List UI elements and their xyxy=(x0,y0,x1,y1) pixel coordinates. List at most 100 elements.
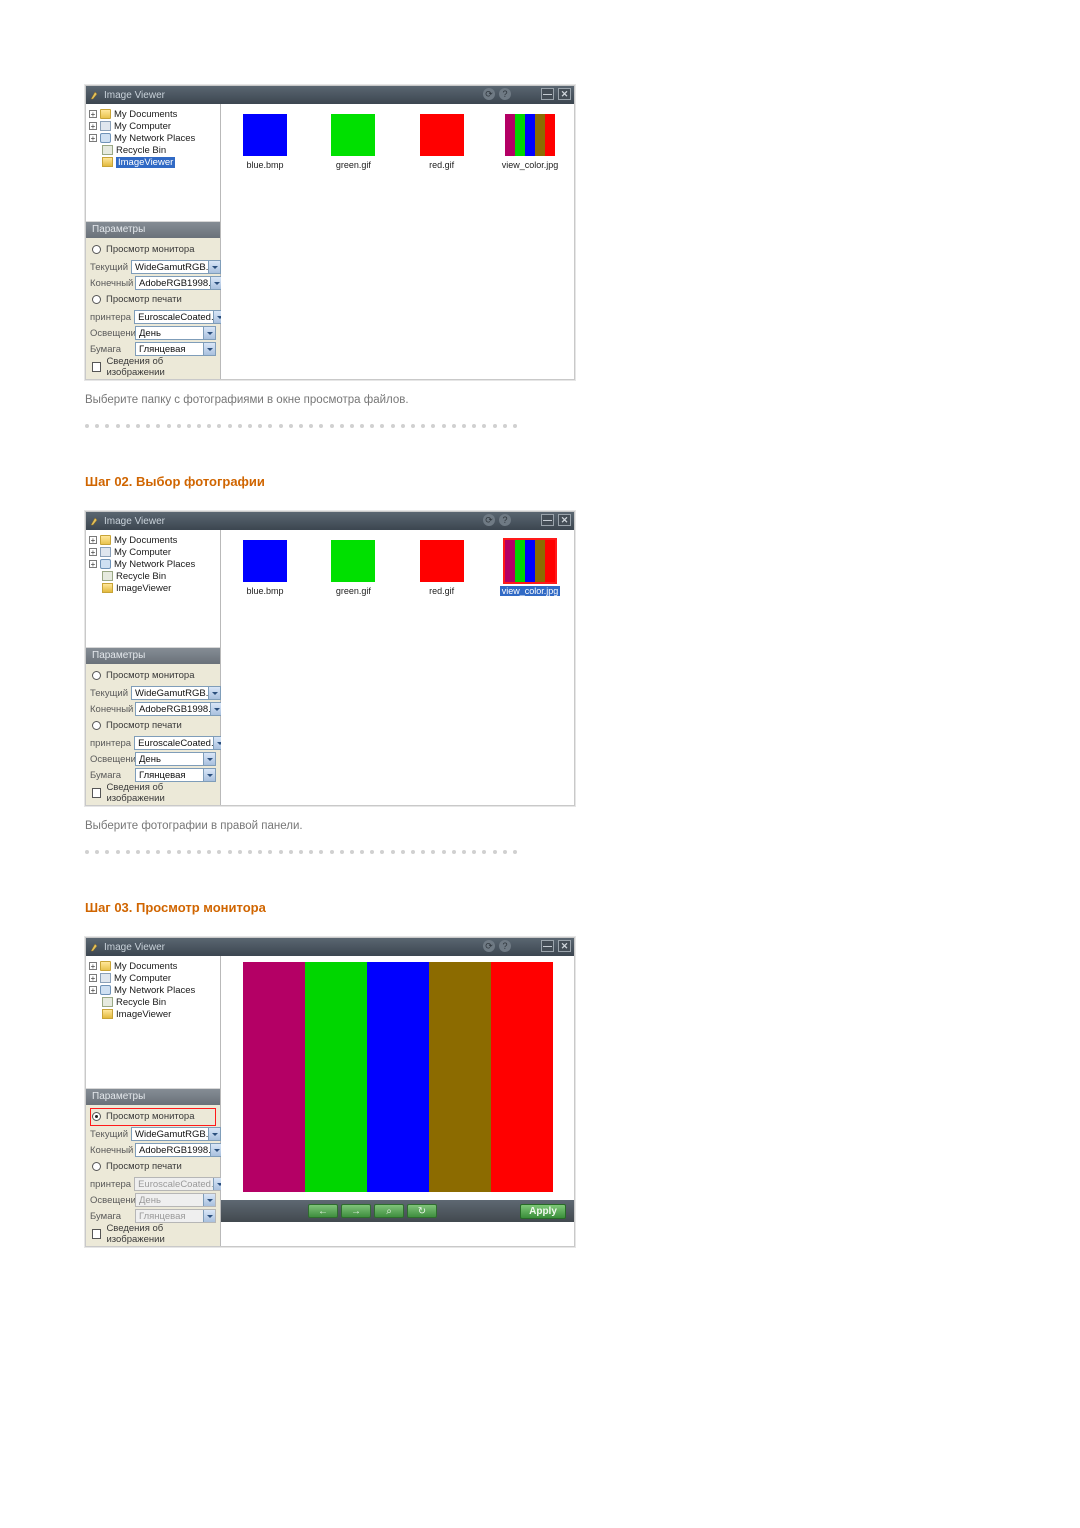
radio-print[interactable]: Просмотр печати xyxy=(90,1158,216,1176)
params-panel: Просмотр монитора ТекущийWideGamutRGB.ic… xyxy=(86,664,220,805)
apply-button[interactable]: Apply xyxy=(520,1204,566,1219)
thumbnail-selected[interactable]: view_color.jpg xyxy=(494,540,566,596)
folder-tree[interactable]: +My Documents +My Computer +My Network P… xyxy=(86,956,220,1089)
combo-paper[interactable]: Глянцевая xyxy=(135,342,216,356)
image-pane: ← → ⌕ ↻ Apply xyxy=(221,956,574,1246)
title-bar[interactable]: Image Viewer ⟳ ? — ✕ xyxy=(86,86,574,104)
combo-final[interactable]: AdobeRGB1998.icc xyxy=(135,276,223,290)
app-icon xyxy=(90,942,100,952)
chevron-down-icon[interactable] xyxy=(203,769,215,781)
tree-item[interactable]: My Network Places xyxy=(114,985,195,996)
minimize-button[interactable]: — xyxy=(541,514,554,526)
sidebar: +My Documents +My Computer +My Network P… xyxy=(86,956,221,1246)
chevron-down-icon[interactable] xyxy=(208,1128,220,1140)
tree-item[interactable]: My Documents xyxy=(114,109,177,120)
title-bar[interactable]: Image Viewer ⟳ ? — ✕ xyxy=(86,512,574,530)
radio-monitor[interactable]: Просмотр монитора xyxy=(90,667,216,685)
combo-final[interactable]: AdobeRGB1998.icc xyxy=(135,702,223,716)
tree-item[interactable]: My Documents xyxy=(114,535,177,546)
refresh-icon[interactable]: ⟳ xyxy=(483,514,495,526)
app-icon xyxy=(90,90,100,100)
window-title: Image Viewer xyxy=(104,942,165,953)
divider-dots xyxy=(85,850,995,856)
tree-item[interactable]: ImageViewer xyxy=(116,583,171,594)
folder-tree[interactable]: +My Documents +My Computer +My Network P… xyxy=(86,530,220,648)
thumbnail[interactable]: green.gif xyxy=(317,540,389,596)
combo-light[interactable]: День xyxy=(135,326,216,340)
check-imageinfo[interactable]: Сведения об изображении xyxy=(90,785,216,800)
chevron-down-icon[interactable] xyxy=(203,753,215,765)
chevron-down-icon[interactable] xyxy=(203,327,215,339)
tree-item[interactable]: ImageViewer xyxy=(116,1009,171,1020)
tree-item[interactable]: Recycle Bin xyxy=(116,997,166,1008)
step3-title: Шаг 03. Просмотр монитора xyxy=(85,900,995,915)
thumbnail[interactable]: blue.bmp xyxy=(229,540,301,596)
radio-monitor[interactable]: Просмотр монитора xyxy=(90,1108,216,1126)
next-button[interactable]: → xyxy=(341,1204,371,1218)
tree-item[interactable]: My Computer xyxy=(114,973,171,984)
radio-monitor[interactable]: Просмотр монитора xyxy=(90,241,216,259)
viewer-window-step2: Image Viewer ⟳ ? — ✕ +My Documents +My C… xyxy=(85,511,575,806)
tree-item[interactable]: My Network Places xyxy=(114,559,195,570)
combo-paper: Глянцевая xyxy=(135,1209,216,1223)
tree-item[interactable]: My Computer xyxy=(114,121,171,132)
sidebar: +My Documents +My Computer +My Network P… xyxy=(86,530,221,805)
radio-print[interactable]: Просмотр печати xyxy=(90,717,216,735)
combo-printer[interactable]: EuroscaleCoated.icc xyxy=(134,310,226,324)
zoom-button[interactable]: ⌕ xyxy=(374,1204,404,1218)
combo-final[interactable]: AdobeRGB1998.icc xyxy=(135,1143,223,1157)
window-title: Image Viewer xyxy=(104,516,165,527)
thumbnail[interactable]: view_color.jpg xyxy=(494,114,566,170)
chevron-down-icon xyxy=(203,1210,215,1222)
params-header: Параметры xyxy=(86,1089,220,1105)
refresh-icon[interactable]: ⟳ xyxy=(483,88,495,100)
radio-print[interactable]: Просмотр печати xyxy=(90,291,216,309)
help-icon[interactable]: ? xyxy=(499,88,511,100)
thumbnails-pane: blue.bmp green.gif red.gif view_color.jp… xyxy=(221,530,574,805)
tree-item[interactable]: Recycle Bin xyxy=(116,571,166,582)
divider-dots xyxy=(85,424,995,430)
close-button[interactable]: ✕ xyxy=(558,514,571,526)
chevron-down-icon[interactable] xyxy=(208,687,220,699)
thumbnail[interactable]: green.gif xyxy=(317,114,389,170)
thumbnails-pane: blue.bmp green.gif red.gif view_color.jp… xyxy=(221,104,574,379)
step2-title: Шаг 02. Выбор фотографии xyxy=(85,474,995,489)
combo-paper[interactable]: Глянцевая xyxy=(135,768,216,782)
check-imageinfo[interactable]: Сведения об изображении xyxy=(90,359,216,374)
help-icon[interactable]: ? xyxy=(499,514,511,526)
rotate-button[interactable]: ↻ xyxy=(407,1204,437,1218)
params-header: Параметры xyxy=(86,648,220,664)
refresh-icon[interactable]: ⟳ xyxy=(483,940,495,952)
sidebar: +My Documents +My Computer +My Network P… xyxy=(86,104,221,379)
thumbnail[interactable]: blue.bmp xyxy=(229,114,301,170)
help-icon[interactable]: ? xyxy=(499,940,511,952)
chevron-down-icon[interactable] xyxy=(208,261,220,273)
minimize-button[interactable]: — xyxy=(541,940,554,952)
tree-item[interactable]: My Computer xyxy=(114,547,171,558)
title-bar[interactable]: Image Viewer ⟳ ? — ✕ xyxy=(86,938,574,956)
combo-printer[interactable]: EuroscaleCoated.icc xyxy=(134,736,226,750)
bottom-toolbar: ← → ⌕ ↻ Apply xyxy=(221,1200,574,1222)
thumbnail[interactable]: red.gif xyxy=(406,114,478,170)
close-button[interactable]: ✕ xyxy=(558,940,571,952)
minimize-button[interactable]: — xyxy=(541,88,554,100)
step2-caption: Выберите фотографии в правой панели. xyxy=(85,820,995,832)
check-imageinfo[interactable]: Сведения об изображении xyxy=(90,1226,216,1241)
combo-current[interactable]: WideGamutRGB.icc xyxy=(131,1127,221,1141)
combo-current[interactable]: WideGamutRGB.icc xyxy=(131,686,221,700)
prev-button[interactable]: ← xyxy=(308,1204,338,1218)
folder-tree[interactable]: +My Documents +My Computer +My Network P… xyxy=(86,104,220,222)
thumbnail[interactable]: red.gif xyxy=(406,540,478,596)
tree-item-selected[interactable]: ImageViewer xyxy=(116,157,175,168)
tree-item[interactable]: Recycle Bin xyxy=(116,145,166,156)
combo-light: День xyxy=(135,1193,216,1207)
tree-item[interactable]: My Documents xyxy=(114,961,177,972)
params-panel: Просмотр монитора ТекущийWideGamutRGB.ic… xyxy=(86,238,220,379)
combo-light[interactable]: День xyxy=(135,752,216,766)
chevron-down-icon[interactable] xyxy=(203,343,215,355)
tree-item[interactable]: My Network Places xyxy=(114,133,195,144)
app-icon xyxy=(90,516,100,526)
close-button[interactable]: ✕ xyxy=(558,88,571,100)
image-view xyxy=(243,962,553,1192)
combo-current[interactable]: WideGamutRGB.icc xyxy=(131,260,221,274)
